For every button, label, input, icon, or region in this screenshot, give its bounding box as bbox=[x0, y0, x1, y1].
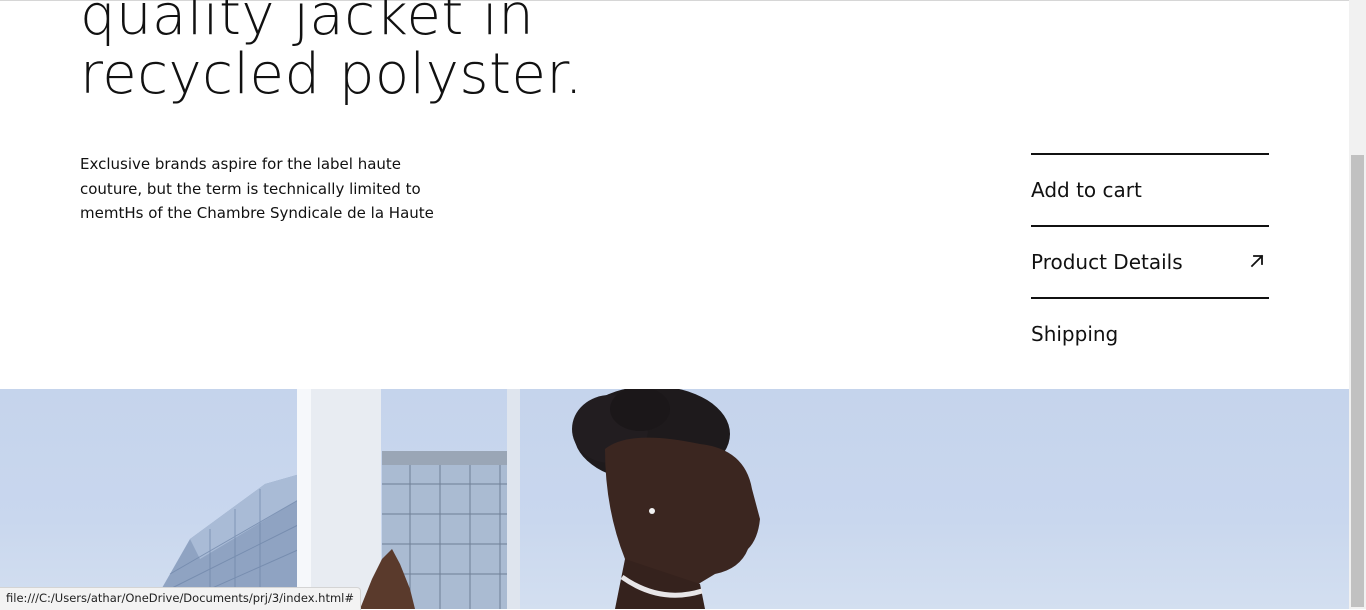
shipping-label: Shipping bbox=[1031, 322, 1119, 346]
hero-photo-illustration bbox=[150, 389, 760, 609]
browser-status-bar: file:///C:/Users/athar/OneDrive/Document… bbox=[0, 587, 361, 610]
add-to-cart-button[interactable]: Add to cart bbox=[1031, 153, 1269, 225]
shipping-link[interactable]: Shipping bbox=[1031, 297, 1269, 369]
headline-line-1: quality jacket in bbox=[80, 0, 535, 48]
description-line-1: Exclusive brands aspire for the label ha… bbox=[80, 155, 402, 173]
product-actions: Add to cart Product Details Shipping bbox=[1031, 153, 1269, 369]
add-to-cart-label: Add to cart bbox=[1031, 178, 1142, 202]
description-line-3: memtHs of the Chambre Syndicale de la Ha… bbox=[80, 204, 434, 222]
vertical-scrollbar[interactable] bbox=[1349, 0, 1366, 609]
headline-line-2: recycled polyster. bbox=[80, 42, 584, 107]
product-headline: quality jacket in recycled polyster. bbox=[80, 0, 583, 104]
hero-image bbox=[0, 389, 1349, 609]
product-description: Exclusive brands aspire for the label ha… bbox=[80, 152, 480, 226]
product-details-label: Product Details bbox=[1031, 250, 1183, 274]
description-line-2: couture, but the term is technically lim… bbox=[80, 179, 421, 198]
page: quality jacket in recycled polyster. Exc… bbox=[0, 0, 1349, 609]
scrollbar-thumb[interactable] bbox=[1351, 155, 1364, 607]
arrow-up-right-icon bbox=[1250, 254, 1264, 268]
product-details-link[interactable]: Product Details bbox=[1031, 225, 1269, 297]
